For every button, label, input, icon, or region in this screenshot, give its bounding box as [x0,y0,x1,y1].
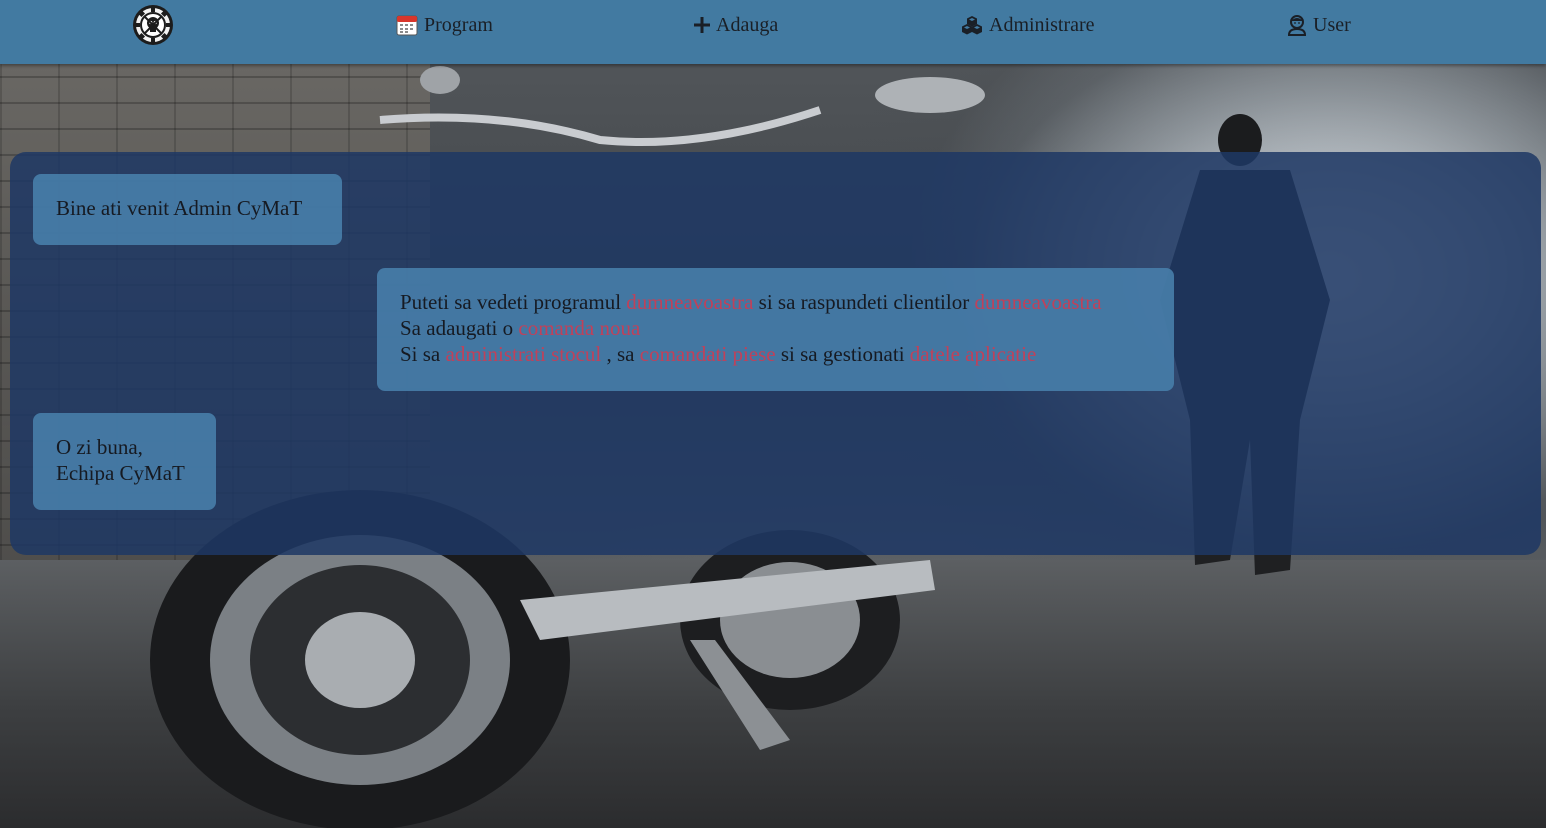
closing-bubble: O zi buna, Echipa CyMaT [33,413,216,510]
info-text: Puteti sa vedeti programul [400,290,627,314]
user-icon [1287,14,1307,36]
welcome-bubble: Bine ati venit Admin CyMaT [33,174,342,245]
nav-administrare-label: Administrare [989,13,1095,36]
nav-user-label: User [1313,13,1351,36]
info-text: Sa adaugati o [400,316,519,340]
plus-icon [694,17,710,33]
calendar-icon [396,14,418,36]
comanda-noua-link[interactable]: comanda noua [518,316,640,340]
cubes-icon [961,15,983,35]
nav-adauga-label: Adauga [716,13,779,36]
info-highlight: dumneavoastra [626,290,754,314]
info-text: si sa gestionati [775,342,910,366]
nav-user[interactable]: User [1287,12,1351,38]
info-highlight: dumneavoastra [974,290,1102,314]
administrati-stocul-link[interactable]: administrati stocul [446,342,602,366]
info-bubble: Puteti sa vedeti programul dumneavoastra… [377,268,1174,391]
info-line-2: Sa adaugati o comanda noua [400,315,1174,341]
welcome-text: Bine ati venit Admin CyMaT [56,196,303,220]
welcome-panel: Bine ati venit Admin CyMaT Puteti sa ved… [10,152,1541,555]
datele-aplicatie-link[interactable]: datele aplicatie [910,342,1037,366]
comandati-piese-link[interactable]: comandati piese [640,342,776,366]
info-text: Si sa [400,342,446,366]
nav-program[interactable]: Program [396,12,493,38]
info-line-3: Si sa administrati stocul , sa comandati… [400,341,1174,367]
closing-line-2: Echipa CyMaT [56,461,185,485]
gear-skull-logo-icon[interactable] [132,4,174,46]
nav-adauga[interactable]: Adauga [694,12,778,38]
closing-line-1: O zi buna, [56,435,143,459]
top-navbar: Program Adauga Administrare User [0,0,1546,64]
info-line-1: Puteti sa vedeti programul dumneavoastra… [400,289,1174,315]
nav-administrare[interactable]: Administrare [961,12,1095,38]
nav-program-label: Program [424,13,493,36]
info-text: si sa raspundeti clientilor [753,290,975,314]
info-text: , sa [601,342,640,366]
